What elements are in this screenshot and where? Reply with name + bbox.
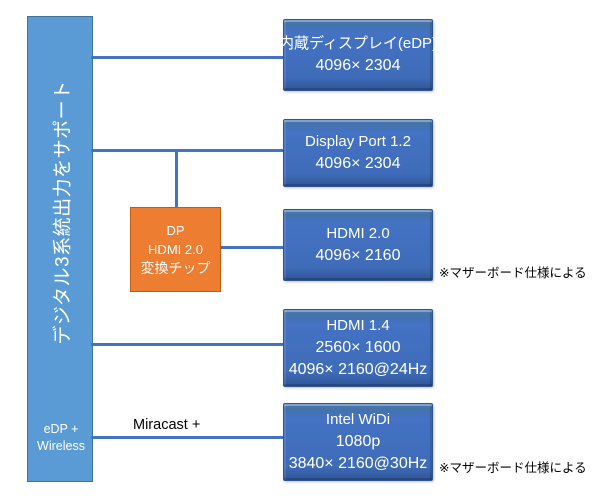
output-box-hdmi14: HDMI 1.4 2560× 1600 4096× 2160@24Hz — [283, 309, 433, 387]
diagram-canvas: デジタル3系統出力をサポート eDP + Wireless Miracast +… — [0, 0, 600, 500]
output-box-displayport: Display Port 1.2 4096× 2304 — [283, 119, 433, 187]
output-box-displayport-line1: Display Port 1.2 — [305, 133, 411, 150]
output-box-hdmi14-line3: 4096× 2160@24Hz — [288, 361, 428, 378]
output-box-intel-widi-line2: 1080p — [335, 433, 381, 450]
connector-line-intel-widi — [91, 436, 285, 439]
connector-line-displayport — [91, 149, 285, 152]
output-box-edp-line1: 内蔵ディスプレイ(eDP) — [278, 35, 438, 52]
source-bar-bottom-label-line1: eDP + — [43, 422, 79, 436]
source-bar-digital-output: デジタル3系統出力をサポート eDP + Wireless — [27, 16, 93, 482]
output-box-hdmi20-line1: HDMI 2.0 — [326, 225, 390, 242]
output-box-edp-line2: 4096× 2304 — [315, 57, 401, 74]
converter-chip-line3: 変換チップ — [140, 260, 211, 276]
note-intel-widi-motherboard: ※マザーボード仕様による — [439, 461, 587, 475]
connector-line-chip-to-hdmi20 — [220, 246, 285, 249]
output-box-intel-widi: Intel WiDi 1080p 3840× 2160@30Hz — [283, 403, 433, 481]
output-box-hdmi20-line2: 4096× 2160 — [315, 247, 401, 264]
source-bar-vertical-label: デジタル3系統出力をサポート — [52, 79, 74, 345]
source-bar-bottom-label: eDP + Wireless — [28, 421, 94, 455]
output-box-hdmi20: HDMI 2.0 4096× 2160 — [283, 209, 433, 281]
converter-chip-line1: DP — [166, 223, 185, 238]
converter-chip-line2: HDMI 2.0 — [148, 242, 203, 257]
connector-label-miracast: Miracast + — [133, 417, 201, 433]
source-bar-bottom-label-line2: Wireless — [37, 439, 85, 453]
output-box-edp: 内蔵ディスプレイ(eDP) 4096× 2304 — [279, 19, 437, 91]
source-bar-vertical-label-wrap: デジタル3系統出力をサポート — [28, 17, 94, 407]
connector-line-branch-to-chip — [175, 149, 178, 209]
output-box-intel-widi-line1: Intel WiDi — [325, 411, 391, 428]
output-box-displayport-line2: 4096× 2304 — [315, 155, 401, 172]
output-box-hdmi14-line2: 2560× 1600 — [315, 339, 401, 356]
note-hdmi20-motherboard: ※マザーボード仕様による — [439, 266, 587, 280]
converter-chip-dp-to-hdmi20: DP HDMI 2.0 変換チップ — [130, 207, 221, 292]
output-box-intel-widi-line3: 3840× 2160@30Hz — [288, 455, 428, 472]
connector-line-hdmi14 — [91, 343, 285, 346]
output-box-hdmi14-line1: HDMI 1.4 — [326, 317, 390, 334]
connector-line-edp — [91, 56, 285, 59]
